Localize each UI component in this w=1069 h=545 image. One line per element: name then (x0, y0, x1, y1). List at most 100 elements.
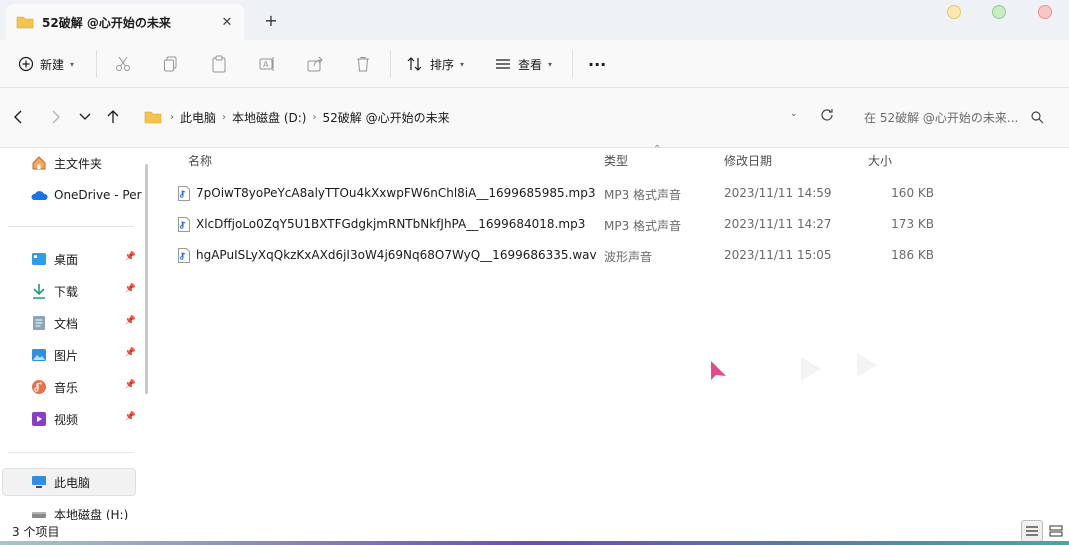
file-type: 波形声音 (604, 250, 653, 264)
tab-current[interactable]: 52破解 @心开始の未来 ✕ (6, 4, 244, 40)
maximize-button[interactable] (992, 5, 1006, 19)
file-type: MP3 格式声音 (604, 188, 682, 202)
address-history-chevron-icon[interactable]: ⌄ (790, 109, 798, 119)
file-type: MP3 格式声音 (604, 219, 682, 233)
rename-button[interactable]: A (258, 52, 276, 76)
breadcrumb-this-pc[interactable]: 此电脑 (180, 109, 216, 126)
share-button[interactable] (306, 52, 324, 76)
music-icon (30, 378, 48, 396)
sidebar-item-label: 视频 (54, 412, 79, 427)
file-size: 173 KB (891, 217, 934, 231)
column-header-size[interactable]: 大小 (868, 152, 892, 169)
breadcrumb-current-folder[interactable]: 52破解 @心开始の未来 (322, 109, 449, 126)
column-header-modified[interactable]: 修改日期 (724, 152, 772, 169)
file-list: ⌃ 名称 类型 修改日期 大小 7pOiwT8yoPeYcA8alyTTOu4k… (150, 144, 1069, 520)
up-button[interactable] (102, 106, 124, 128)
sidebar-item-this-pc[interactable]: 此电脑 (30, 471, 142, 493)
play-watermark-icon (801, 357, 821, 381)
search-icon (1031, 111, 1044, 124)
table-row[interactable]: XlcDffjoLo0ZqY5U1BXTFGdgkjmRNTbNkfJhPA__… (176, 210, 966, 238)
download-icon (30, 282, 48, 300)
sidebar-scrollbar[interactable] (145, 164, 148, 394)
details-view-button[interactable] (1021, 520, 1043, 542)
delete-button[interactable] (354, 52, 372, 76)
picture-icon (30, 346, 48, 364)
sidebar-item-label: 桌面 (54, 252, 79, 267)
close-window-button[interactable] (1038, 5, 1052, 19)
view-button[interactable]: 查看 ▾ (494, 52, 552, 76)
table-row[interactable]: hgAPuISLyXqQkzKxAXd6jI3oW4j69Nq68O7WyQ__… (176, 241, 966, 269)
column-header-type[interactable]: 类型 (604, 152, 628, 169)
divider (8, 452, 134, 453)
more-icon: ··· (588, 54, 607, 74)
pin-icon[interactable]: 📌 (125, 380, 136, 390)
audio-file-icon (178, 186, 190, 201)
play-watermark-icon (857, 353, 877, 377)
computer-icon (30, 473, 48, 491)
navigation-pane: 主文件夹 OneDrive - Per 桌面 📌 下载 📌 文档 📌 图片 📌 (0, 148, 150, 522)
sidebar-item-pictures[interactable]: 图片 📌 (30, 344, 142, 366)
divider (572, 50, 573, 78)
new-tab-button[interactable]: + (262, 11, 280, 30)
sidebar-item-videos[interactable]: 视频 📌 (30, 408, 142, 430)
recent-locations-button[interactable] (74, 106, 96, 128)
desktop-icon (30, 250, 48, 268)
sidebar-item-downloads[interactable]: 下载 📌 (30, 280, 142, 302)
sort-ascending-icon: ⌃ (653, 144, 662, 155)
video-icon (30, 410, 48, 428)
divider (8, 226, 134, 227)
search-input[interactable]: 在 52破解 @心开始の未来... (852, 102, 1052, 132)
view-list-icon (496, 59, 510, 69)
file-size: 186 KB (891, 248, 934, 262)
more-options-button[interactable]: ··· (588, 52, 606, 76)
view-label: 查看 (518, 57, 543, 72)
file-name: XlcDffjoLo0ZqY5U1BXTFGdgkjmRNTbNkfJhPA__… (196, 217, 586, 231)
copy-button[interactable] (162, 52, 180, 76)
breadcrumb[interactable]: › 此电脑 › 本地磁盘 (D:) › 52破解 @心开始の未来 (138, 102, 844, 132)
table-row[interactable]: 7pOiwT8yoPeYcA8alyTTOu4kXxwpFW6nChl8iA__… (176, 179, 966, 207)
pin-icon[interactable]: 📌 (125, 348, 136, 358)
search-placeholder: 在 52破解 @心开始の未来... (864, 110, 1019, 125)
sidebar-item-onedrive[interactable]: OneDrive - Per (30, 184, 142, 206)
new-button-label: 新建 (40, 57, 65, 72)
folder-icon (144, 111, 162, 124)
minimize-button[interactable] (947, 5, 961, 19)
divider (96, 50, 97, 78)
tiles-view-button[interactable] (1045, 520, 1067, 542)
share-icon (307, 56, 323, 72)
refresh-button[interactable] (817, 105, 837, 125)
close-tab-icon[interactable]: ✕ (218, 13, 236, 31)
pin-icon[interactable]: 📌 (125, 316, 136, 326)
pin-icon[interactable]: 📌 (125, 252, 136, 262)
refresh-icon (821, 109, 833, 121)
item-count: 3 个项目 (12, 525, 60, 539)
sidebar-item-music[interactable]: 音乐 📌 (30, 376, 142, 398)
chevron-left-icon (14, 110, 22, 124)
file-modified: 2023/11/11 14:59 (724, 186, 832, 200)
cut-button[interactable] (114, 52, 132, 76)
chevron-right-icon: › (222, 111, 227, 123)
sidebar-item-home[interactable]: 主文件夹 (30, 152, 142, 174)
forward-button[interactable] (44, 106, 66, 128)
paste-button[interactable] (210, 52, 228, 76)
chevron-right-icon: › (170, 111, 174, 123)
sidebar-item-documents[interactable]: 文档 📌 (30, 312, 142, 334)
sidebar-item-label: OneDrive - Per (54, 188, 142, 202)
breadcrumb-drive-d[interactable]: 本地磁盘 (D:) (232, 109, 306, 126)
trash-icon (357, 57, 369, 72)
folder-icon (16, 16, 34, 29)
new-button[interactable]: 新建 ▾ (18, 52, 74, 76)
chevron-down-icon: ▾ (460, 59, 465, 69)
sidebar-item-label: 图片 (54, 348, 79, 363)
details-view-icon (1026, 526, 1038, 536)
file-modified: 2023/11/11 15:05 (724, 248, 832, 262)
sidebar-item-label: 文档 (54, 316, 79, 331)
sidebar-item-desktop[interactable]: 桌面 📌 (30, 248, 142, 270)
back-button[interactable] (8, 106, 30, 128)
column-header-name[interactable]: 名称 (188, 152, 212, 169)
pin-icon[interactable]: 📌 (125, 412, 136, 422)
sort-icon (407, 57, 422, 71)
sort-button[interactable]: 排序 ▾ (406, 52, 464, 76)
document-icon (30, 314, 48, 332)
pin-icon[interactable]: 📌 (125, 284, 136, 294)
